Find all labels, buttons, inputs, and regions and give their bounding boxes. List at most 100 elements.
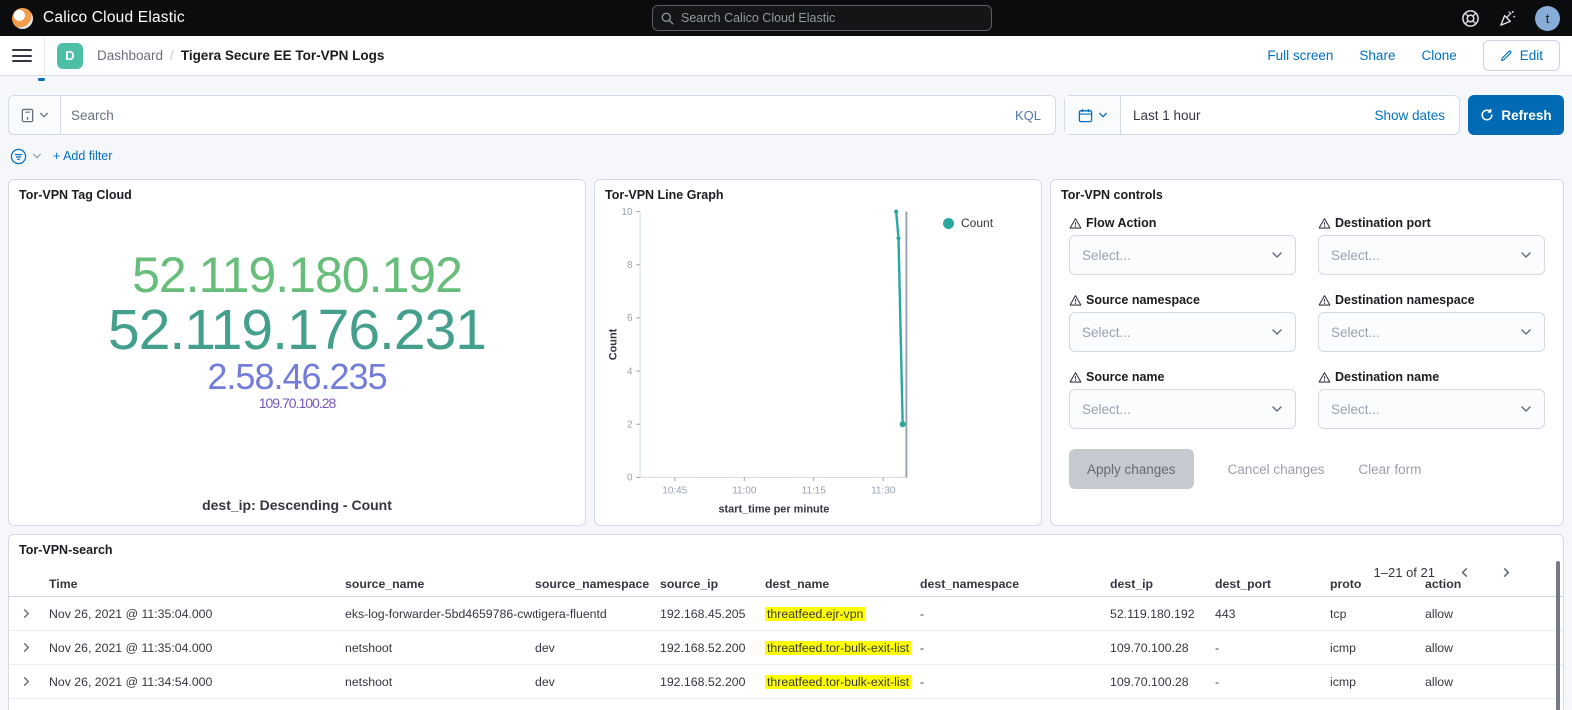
table-cell: tcp [1330,607,1425,621]
svg-text:10: 10 [621,207,633,218]
panel-search-table: Tor-VPN-search 1–21 of 21 Timesource_nam… [8,534,1564,710]
control-field: Source nameSelect... [1069,370,1296,429]
space-badge[interactable]: D [57,43,83,69]
filter-bar: + Add filter [10,145,1564,167]
control-label: Destination namespace [1318,293,1545,307]
table-cell: threatfeed.tor-bulk-exit-list [765,675,920,689]
calendar-icon [1078,108,1093,123]
query-search-input[interactable] [61,108,1001,123]
newsfeed-party-icon[interactable] [1498,9,1517,28]
column-header: Time [49,577,345,591]
expand-row-icon [21,642,32,653]
control-select[interactable]: Select... [1318,312,1545,352]
filter-circle-icon[interactable] [10,148,27,165]
expand-row-button[interactable] [9,676,49,687]
column-header: dest_name [765,577,920,591]
table-row: Nov 26, 2021 @ 11:34:54.000netshootdev19… [9,665,1563,699]
table-cell: 109.70.100.28 [1110,675,1215,689]
panel-line-graph: Tor-VPN Line Graph 024681010:4511:0011:1… [594,179,1042,526]
control-field: Destination namespace Select... [1318,293,1545,352]
apply-changes-button[interactable]: Apply changes [1069,449,1194,489]
table-scrollbar[interactable] [1556,561,1560,710]
chart-legend[interactable]: Count [943,216,993,230]
warning-triangle-icon [1318,217,1331,230]
tag-cloud-item[interactable]: 52.119.176.231 [108,301,486,359]
scroll-indicator [38,78,45,81]
control-select[interactable]: Select... [1069,312,1296,352]
menu-hamburger-icon[interactable] [12,49,32,62]
table-cell: 192.168.45.205 [660,607,765,621]
control-select[interactable]: Select... [1069,235,1296,275]
refresh-button[interactable]: Refresh [1468,95,1564,135]
cancel-changes-button[interactable]: Cancel changes [1228,462,1325,477]
warning-triangle-icon [1069,294,1082,307]
line-chart-svg: 024681010:4511:0011:1511:30start_time pe… [595,204,1025,522]
prev-page-button[interactable] [1451,559,1477,585]
edit-button[interactable]: Edit [1483,40,1560,71]
table-cell: - [920,675,1110,689]
next-page-button[interactable] [1493,559,1519,585]
tag-cloud-item[interactable]: 109.70.100.28 [259,396,336,410]
chevron-left-icon [1459,567,1470,578]
control-label: Source namespace [1069,293,1296,307]
table-cell: Nov 26, 2021 @ 11:34:54.000 [49,675,345,689]
control-select[interactable]: Select... [1318,235,1545,275]
clear-form-button[interactable]: Clear form [1358,462,1421,477]
chevron-down-icon [1271,403,1283,415]
top-app-bar: Calico Cloud Elastic t [0,0,1572,36]
svg-text:Count: Count [607,328,619,360]
time-range-value[interactable]: Last 1 hour [1121,108,1201,123]
table-cell: icmp [1330,641,1425,655]
chevron-down-icon [1098,110,1108,120]
table-cell: netshoot [345,675,535,689]
expand-row-button[interactable] [9,642,49,653]
svg-text:0: 0 [627,473,633,484]
warning-triangle-icon [1318,294,1331,307]
table-cell: 192.168.52.200 [660,675,765,689]
clone-button[interactable]: Clone [1421,48,1456,63]
warning-triangle-icon [1318,371,1331,384]
full-screen-button[interactable]: Full screen [1267,48,1333,63]
highlighted-value: threatfeed.ejr-vpn [765,607,865,621]
navbar: D Dashboard / Tigera Secure EE Tor-VPN L… [0,36,1572,76]
date-quick-menu-button[interactable] [1065,96,1121,134]
tag-cloud-item[interactable]: 2.58.46.235 [207,359,386,396]
chevron-down-icon[interactable] [32,151,42,161]
control-field: Flow ActionSelect... [1069,216,1296,275]
date-picker: Last 1 hour Show dates [1064,95,1460,135]
control-select[interactable]: Select... [1318,389,1545,429]
table-header-row: Timesource_namesource_namespacesource_ip… [9,571,1563,597]
svg-text:11:15: 11:15 [802,486,827,497]
expand-row-button[interactable] [9,608,49,619]
tag-cloud-item[interactable]: 52.119.180.192 [132,250,462,301]
control-field: Destination portSelect... [1318,216,1545,275]
svg-text:11:00: 11:00 [732,486,757,497]
breadcrumb-dashboard[interactable]: Dashboard [97,48,163,63]
panel-title: Tor-VPN-search [9,535,1563,557]
tag-cloud-caption: dest_ip: Descending - Count [9,497,585,513]
help-lifebuoy-icon[interactable] [1461,9,1480,28]
user-avatar[interactable]: t [1535,6,1560,31]
highlighted-value: threatfeed.tor-bulk-exit-list [765,675,911,689]
table-cell: 192.168.52.200 [660,641,765,655]
svg-text:11:30: 11:30 [871,486,896,497]
pagination: 1–21 of 21 [1374,559,1519,585]
table-cell: tigera-fluentd [535,607,660,621]
add-filter-button[interactable]: + Add filter [53,149,112,163]
chevron-down-icon [1271,326,1283,338]
saved-query-menu-button[interactable] [9,96,61,134]
panel-title: Tor-VPN controls [1051,180,1563,202]
show-dates-button[interactable]: Show dates [1374,108,1459,123]
column-header: dest_port [1215,577,1330,591]
global-search-input[interactable] [681,11,983,25]
global-search-box[interactable] [652,5,992,31]
pencil-icon [1500,49,1513,62]
chevron-down-icon [1271,249,1283,261]
control-select[interactable]: Select... [1069,389,1296,429]
warning-triangle-icon [1069,371,1082,384]
panel-controls: Tor-VPN controls Flow ActionSelect... Des… [1050,179,1564,526]
kql-language-button[interactable]: KQL [1001,108,1055,123]
panel-title: Tor-VPN Tag Cloud [9,180,585,202]
share-button[interactable]: Share [1359,48,1395,63]
table-cell: dev [535,675,660,689]
